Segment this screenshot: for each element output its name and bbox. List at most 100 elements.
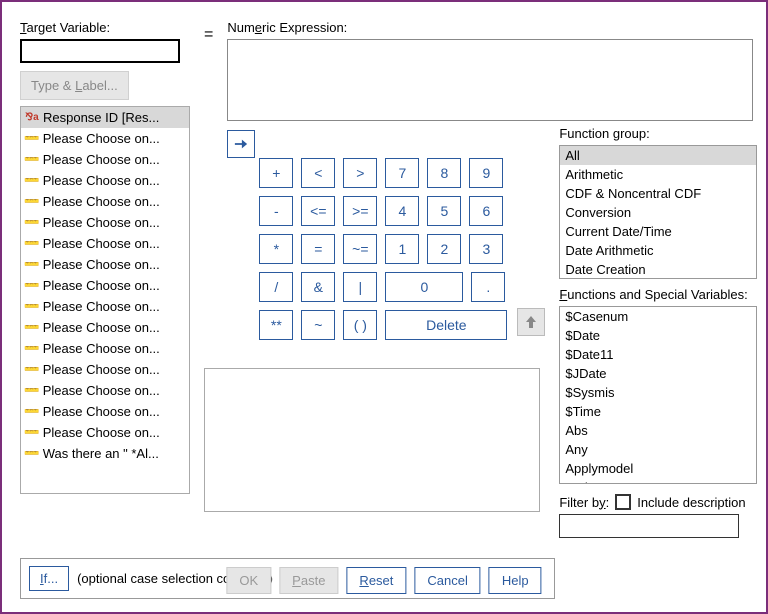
variable-name: Response ID [Res... — [43, 110, 159, 125]
variable-name: Please Choose on... — [43, 404, 160, 419]
variable-name: Please Choose on... — [43, 194, 160, 209]
variable-list-item[interactable]: 📏Please Choose on... — [21, 149, 189, 170]
cancel-button[interactable]: Cancel — [414, 567, 480, 594]
keypad-7-button[interactable]: 7 — [385, 158, 419, 188]
filter-by-label: Filter by: — [559, 495, 609, 510]
function-item[interactable]: Applymodel — [560, 459, 756, 478]
function-item[interactable]: $Date — [560, 326, 756, 345]
keypad--button[interactable]: ~= — [343, 234, 377, 264]
numeric-expression-textarea[interactable] — [227, 39, 753, 121]
variable-list-item[interactable]: 📏Please Choose on... — [21, 275, 189, 296]
variable-name: Please Choose on... — [43, 341, 160, 356]
scale-var-icon: 📏 — [22, 129, 41, 148]
variable-list-item[interactable]: 📏Please Choose on... — [21, 233, 189, 254]
variable-list-item[interactable]: 📏Was there an " *Al... — [21, 443, 189, 464]
if-button[interactable]: If... — [29, 566, 69, 591]
keypad-9-button[interactable]: 9 — [469, 158, 503, 188]
function-item[interactable]: $Sysmis — [560, 383, 756, 402]
scale-var-icon: 📏 — [22, 150, 41, 169]
function-item[interactable]: $Date11 — [560, 345, 756, 364]
variable-list-item[interactable]: 📏Please Choose on... — [21, 191, 189, 212]
variable-name: Please Choose on... — [43, 320, 160, 335]
keypad--button[interactable]: & — [301, 272, 335, 302]
keypad--button[interactable]: ** — [259, 310, 293, 340]
variable-name: Please Choose on... — [43, 383, 160, 398]
scale-var-icon: 📏 — [22, 444, 41, 463]
paste-button: Paste — [279, 567, 338, 594]
variable-list-item[interactable]: 📏Please Choose on... — [21, 380, 189, 401]
function-group-list[interactable]: AllArithmeticCDF & Noncentral CDFConvers… — [559, 145, 757, 279]
scale-var-icon: 📏 — [22, 423, 41, 442]
variable-list-item[interactable]: 📏Please Choose on... — [21, 338, 189, 359]
function-group-item[interactable]: All — [560, 146, 756, 165]
keypad-5-button[interactable]: 5 — [427, 196, 461, 226]
function-group-item[interactable]: CDF & Noncentral CDF — [560, 184, 756, 203]
function-item[interactable]: $Time — [560, 402, 756, 421]
variable-list-item[interactable]: 📏Please Choose on... — [21, 401, 189, 422]
scale-var-icon: 📏 — [22, 318, 41, 337]
variable-name: Please Choose on... — [43, 173, 160, 188]
reset-button[interactable]: Reset — [346, 567, 406, 594]
function-item[interactable]: Any — [560, 440, 756, 459]
target-variable-input[interactable] — [20, 39, 180, 63]
function-item[interactable]: Arsin — [560, 478, 756, 484]
move-right-arrow-button[interactable] — [227, 130, 255, 158]
variable-list-item[interactable]: 📏Please Choose on... — [21, 296, 189, 317]
keypad--button[interactable]: * — [259, 234, 293, 264]
function-group-item[interactable]: Date Arithmetic — [560, 241, 756, 260]
function-item[interactable]: $JDate — [560, 364, 756, 383]
target-variable-label: Target Variable: — [20, 20, 190, 35]
scale-var-icon: 📏 — [22, 171, 41, 190]
function-group-item[interactable]: Arithmetic — [560, 165, 756, 184]
function-item[interactable]: Abs — [560, 421, 756, 440]
variable-list-item[interactable]: 📏Please Choose on... — [21, 422, 189, 443]
keypad--button[interactable]: + — [259, 158, 293, 188]
filter-input[interactable] — [559, 514, 739, 538]
scale-var-icon: 📏 — [22, 234, 41, 253]
keypad--button[interactable]: > — [343, 158, 377, 188]
keypad-8-button[interactable]: 8 — [427, 158, 461, 188]
keypad-1-button[interactable]: 1 — [385, 234, 419, 264]
function-group-item[interactable]: Conversion — [560, 203, 756, 222]
function-group-item[interactable]: Current Date/Time — [560, 222, 756, 241]
include-description-checkbox[interactable] — [615, 494, 631, 510]
variable-name: Was there an " *Al... — [43, 446, 159, 461]
functions-list[interactable]: $Casenum$Date$Date11$JDate$Sysmis$TimeAb… — [559, 306, 757, 484]
help-button[interactable]: Help — [489, 567, 542, 594]
scale-var-icon: 📏 — [22, 360, 41, 379]
keypad--button[interactable]: < — [301, 158, 335, 188]
keypad--button[interactable]: - — [259, 196, 293, 226]
scale-var-icon: 📏 — [22, 297, 41, 316]
keypad--button[interactable]: <= — [301, 196, 335, 226]
dialog-buttons: OK Paste Reset Cancel Help — [226, 567, 541, 594]
function-group-item[interactable]: Date Creation — [560, 260, 756, 279]
keypad-0-button[interactable]: 0 — [385, 272, 463, 302]
scale-var-icon: 📏 — [22, 339, 41, 358]
variable-list-item[interactable]: 📏Please Choose on... — [21, 359, 189, 380]
equals-sign: = — [204, 20, 213, 44]
keypad-3-button[interactable]: 3 — [469, 234, 503, 264]
keypad-4-button[interactable]: 4 — [385, 196, 419, 226]
keypad--button[interactable]: | — [343, 272, 377, 302]
keypad-6-button[interactable]: 6 — [469, 196, 503, 226]
variable-list-item[interactable]: ⅋aResponse ID [Res... — [21, 107, 189, 128]
variable-list-item[interactable]: 📏Please Choose on... — [21, 317, 189, 338]
variable-list-item[interactable]: 📏Please Choose on... — [21, 128, 189, 149]
function-group-label: Function group: — [559, 126, 757, 141]
keypad--button[interactable]: ( ) — [343, 310, 377, 340]
function-item[interactable]: $Casenum — [560, 307, 756, 326]
keypad--button[interactable]: = — [301, 234, 335, 264]
variable-list-item[interactable]: 📏Please Choose on... — [21, 170, 189, 191]
keypad--button[interactable]: >= — [343, 196, 377, 226]
variable-list-item[interactable]: 📏Please Choose on... — [21, 254, 189, 275]
include-description-label: Include description — [637, 495, 745, 510]
keypad--button[interactable]: / — [259, 272, 293, 302]
scale-var-icon: 📏 — [22, 213, 41, 232]
keypad-Delete-button[interactable]: Delete — [385, 310, 507, 340]
variable-list[interactable]: ⅋aResponse ID [Res...📏Please Choose on..… — [20, 106, 190, 494]
variable-name: Please Choose on... — [43, 278, 160, 293]
variable-list-item[interactable]: 📏Please Choose on... — [21, 212, 189, 233]
keypad--button[interactable]: ~ — [301, 310, 335, 340]
keypad-2-button[interactable]: 2 — [427, 234, 461, 264]
keypad--button[interactable]: . — [471, 272, 505, 302]
